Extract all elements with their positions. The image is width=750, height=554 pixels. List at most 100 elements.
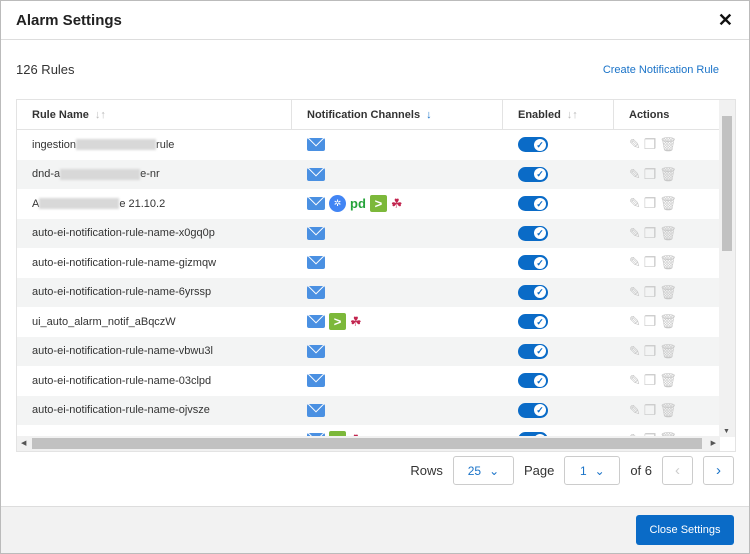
copy-icon[interactable]: ❐ xyxy=(644,195,657,212)
scrollbar-thumb[interactable] xyxy=(32,438,702,449)
enabled-toggle[interactable] xyxy=(518,225,548,241)
channel-icons: ✲ pd > ☘ xyxy=(292,189,503,219)
enabled-toggle[interactable] xyxy=(518,166,548,182)
actions-cell: ✎❐🗑 xyxy=(614,248,720,278)
scroll-left-icon[interactable]: ◀ xyxy=(21,439,26,447)
enabled-toggle[interactable] xyxy=(518,402,548,418)
channel-icons xyxy=(292,278,503,308)
edit-icon[interactable]: ✎ xyxy=(629,136,641,153)
copy-icon[interactable]: ❐ xyxy=(644,166,657,183)
rule-name[interactable]: auto-ei-notification-rule-name-gizmqw xyxy=(17,248,292,278)
edit-icon[interactable]: ✎ xyxy=(629,195,641,212)
table-row: ui_auto_alarm_notif_aBqczW >☘ ✎❐🗑 xyxy=(17,307,720,337)
rows-label: Rows xyxy=(410,463,443,478)
email-icon xyxy=(307,226,325,240)
sort-icon[interactable]: ↓↑ xyxy=(567,109,578,121)
email-icon xyxy=(307,403,325,417)
trash-icon[interactable]: 🗑 xyxy=(659,136,677,153)
rule-name[interactable]: auto-ei-notification-rule-name-x0gq0p xyxy=(17,219,292,249)
rule-name[interactable]: ingestion rule xyxy=(17,130,292,160)
dialog-header: Alarm Settings ✕ xyxy=(1,1,749,40)
column-label: Rule Name xyxy=(32,108,89,121)
copy-icon[interactable]: ❐ xyxy=(644,313,657,330)
channel-icons xyxy=(292,337,503,367)
email-icon xyxy=(307,138,325,152)
edit-icon[interactable]: ✎ xyxy=(629,372,641,389)
table-row: auto-ei-notification-rule-name-gizmqw ✎❐… xyxy=(17,248,720,278)
scrollbar-thumb[interactable] xyxy=(722,116,732,251)
edit-icon[interactable]: ✎ xyxy=(629,254,641,271)
email-icon xyxy=(307,285,325,299)
scroll-down-icon[interactable]: ▼ xyxy=(723,428,730,435)
page-total: of 6 xyxy=(630,463,652,478)
enabled-toggle[interactable] xyxy=(518,284,548,300)
page-select[interactable]: 1 ⌄ xyxy=(564,456,621,485)
trash-icon[interactable]: 🗑 xyxy=(659,166,677,183)
enabled-toggle[interactable] xyxy=(518,137,548,153)
dialog-title: Alarm Settings xyxy=(16,11,122,29)
next-page-button[interactable]: › xyxy=(703,456,734,485)
edit-icon[interactable]: ✎ xyxy=(629,284,641,301)
trash-icon[interactable]: 🗑 xyxy=(659,225,677,242)
copy-icon[interactable]: ❐ xyxy=(644,284,657,301)
sort-icon[interactable]: ↓↑ xyxy=(95,109,106,121)
rows-per-page-select[interactable]: 25 ⌄ xyxy=(452,456,514,485)
rule-name[interactable]: dnd-a e-nr xyxy=(17,160,292,190)
table-body: ingestionrule ✎❐🗑dnd-ae-nr ✎❐🗑Ae 21.10.2… xyxy=(17,130,720,437)
horizontal-scrollbar[interactable]: ◀ ▶ xyxy=(17,436,720,451)
channel-icons xyxy=(292,160,503,190)
enabled-toggle[interactable] xyxy=(518,373,548,389)
rule-name-end: e-nr xyxy=(140,168,160,181)
edit-icon[interactable]: ✎ xyxy=(629,402,641,419)
edit-icon[interactable]: ✎ xyxy=(629,225,641,242)
actions-cell: ✎❐🗑 xyxy=(614,278,720,308)
create-notification-rule-link[interactable]: Create Notification Rule xyxy=(603,64,719,76)
edit-icon[interactable]: ✎ xyxy=(629,343,641,360)
webhook-icon: ☘ xyxy=(390,195,403,211)
close-icon[interactable]: ✕ xyxy=(718,10,733,31)
trash-icon[interactable]: 🗑 xyxy=(659,254,677,271)
copy-icon[interactable]: ❐ xyxy=(644,343,657,360)
trash-icon[interactable]: 🗑 xyxy=(659,372,677,389)
column-notification-channels[interactable]: Notification Channels ↓ xyxy=(292,100,503,129)
copy-icon[interactable]: ❐ xyxy=(644,136,657,153)
rule-name[interactable]: Ae 21.10.2 xyxy=(17,189,292,219)
trash-icon[interactable]: 🗑 xyxy=(659,195,677,212)
close-settings-button[interactable]: Close Settings xyxy=(636,515,734,545)
column-rule-name[interactable]: Rule Name ↓↑ xyxy=(17,100,292,129)
trash-icon[interactable]: 🗑 xyxy=(659,402,677,419)
edit-icon[interactable]: ✎ xyxy=(629,166,641,183)
google-cloud-icon: ✲ xyxy=(329,195,346,213)
rule-name-start: auto-ei-notification-rule-name-03clpd xyxy=(32,374,212,387)
copy-icon[interactable]: ❐ xyxy=(644,225,657,242)
email-icon xyxy=(307,344,325,358)
rule-name[interactable]: auto-ei-notification-rule-name-03clpd xyxy=(17,366,292,396)
enabled-toggle[interactable] xyxy=(518,255,548,271)
page-value: 1 xyxy=(579,463,587,478)
enabled-toggle[interactable] xyxy=(518,196,548,212)
trash-icon[interactable]: 🗑 xyxy=(659,343,677,360)
trash-icon[interactable]: 🗑 xyxy=(659,313,677,330)
enabled-cell xyxy=(503,189,614,219)
rule-name[interactable]: auto-ei-notification-rule-name-vbwu3l xyxy=(17,337,292,367)
rule-name-end: rule xyxy=(156,138,175,151)
rule-name[interactable]: ui_auto_alarm_notif_aBqczW xyxy=(17,307,292,337)
copy-icon[interactable]: ❐ xyxy=(644,402,657,419)
sort-desc-icon[interactable]: ↓ xyxy=(426,109,432,121)
rule-name[interactable]: auto-ei-notification-rule-name-ojvsze xyxy=(17,396,292,426)
email-icon xyxy=(307,167,325,181)
vertical-scrollbar[interactable]: ▼ xyxy=(719,100,735,437)
trash-icon[interactable]: 🗑 xyxy=(659,284,677,301)
column-enabled[interactable]: Enabled ↓↑ xyxy=(503,100,614,129)
prev-page-button[interactable]: ‹ xyxy=(662,456,693,485)
copy-icon[interactable]: ❐ xyxy=(644,254,657,271)
copy-icon[interactable]: ❐ xyxy=(644,372,657,389)
enabled-cell xyxy=(503,160,614,190)
rule-name[interactable]: auto-ei-notification-rule-name-6yrssp xyxy=(17,278,292,308)
enabled-toggle[interactable] xyxy=(518,314,548,330)
rule-name-start: dnd-a xyxy=(32,168,61,181)
scroll-right-icon[interactable]: ▶ xyxy=(711,439,716,447)
enabled-toggle[interactable] xyxy=(518,343,548,359)
rule-count: 126 Rules xyxy=(16,62,75,77)
edit-icon[interactable]: ✎ xyxy=(629,313,641,330)
